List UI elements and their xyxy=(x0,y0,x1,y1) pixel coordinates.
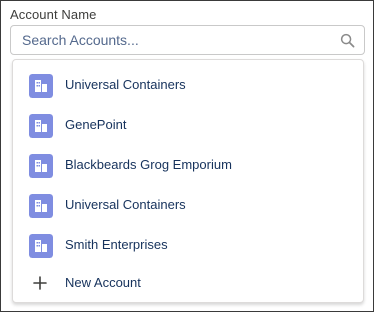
search-box[interactable] xyxy=(10,25,365,55)
dropdown-option-account[interactable]: Universal Containers xyxy=(13,66,363,106)
search-input[interactable] xyxy=(11,26,331,54)
account-dropdown: Universal Containers GenePoint Blackbear… xyxy=(12,59,364,303)
dropdown-option-account[interactable]: Smith Enterprises xyxy=(13,226,363,266)
option-label: GenePoint xyxy=(65,117,127,132)
dropdown-option-account[interactable]: Universal Containers xyxy=(13,186,363,226)
new-account-option[interactable]: New Account xyxy=(13,264,363,304)
dropdown-option-account[interactable]: Blackbeards Grog Emporium xyxy=(13,146,363,186)
dropdown-option-account[interactable]: GenePoint xyxy=(13,106,363,146)
plus-icon xyxy=(33,276,47,290)
account-name-label: Account Name xyxy=(10,7,97,22)
lookup-panel: Account Name Universal Containers xyxy=(0,0,374,312)
search-icon[interactable] xyxy=(340,33,355,48)
option-label: Smith Enterprises xyxy=(65,237,168,252)
new-account-label: New Account xyxy=(65,275,141,290)
option-label: Universal Containers xyxy=(65,197,186,212)
option-label: Universal Containers xyxy=(65,77,186,92)
account-icon xyxy=(29,154,53,178)
option-label: Blackbeards Grog Emporium xyxy=(65,157,232,172)
account-icon xyxy=(29,194,53,218)
account-icon xyxy=(29,234,53,258)
account-icon xyxy=(29,74,53,98)
account-icon xyxy=(29,114,53,138)
